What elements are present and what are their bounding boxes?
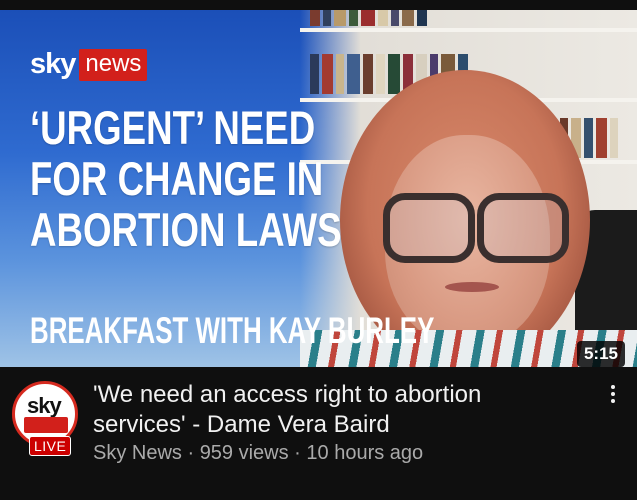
top-bar (0, 0, 637, 10)
avatar-news-bar (24, 417, 68, 433)
video-subtitle: Sky News · 959 views · 10 hours ago (93, 442, 423, 465)
brand-sky: sky (30, 48, 76, 80)
show-name: BREAKFAST WITH KAY BURLEY (30, 310, 435, 351)
shelf (300, 28, 637, 32)
separator: · (288, 442, 307, 464)
headline-line: FOR CHANGE IN (30, 152, 324, 205)
channel-name[interactable]: Sky News (93, 442, 182, 464)
live-badge: LIVE (29, 436, 72, 456)
channel-avatar[interactable]: sky LIVE (12, 381, 80, 456)
video-title[interactable]: 'We need an access right to abortion ser… (93, 380, 563, 440)
video-meta: sky LIVE 'We need an access right to abo… (0, 367, 637, 500)
upload-age: 10 hours ago (306, 442, 424, 464)
book-row (310, 10, 630, 26)
headline-line: ABORTION LAWS (30, 203, 342, 256)
glasses-right-lens (477, 193, 569, 263)
headline-line: ‘URGENT’ NEED (30, 101, 316, 154)
thumbnail-headline: ‘URGENT’ NEED FOR CHANGE IN ABORTION LAW… (30, 101, 342, 256)
brand-news: news (79, 48, 148, 81)
view-count: 959 views (199, 442, 289, 464)
more-vert-icon[interactable] (603, 383, 623, 407)
glasses-left-lens (383, 193, 475, 263)
person-mouth (445, 282, 499, 292)
sky-news-brand-logo: sky news (30, 48, 148, 81)
video-thumbnail[interactable]: sky news ‘URGENT’ NEED FOR CHANGE IN ABO… (0, 10, 637, 367)
avatar-logo-text: sky (27, 393, 62, 418)
separator: · (181, 442, 200, 464)
duration-badge: 5:15 (576, 341, 625, 367)
